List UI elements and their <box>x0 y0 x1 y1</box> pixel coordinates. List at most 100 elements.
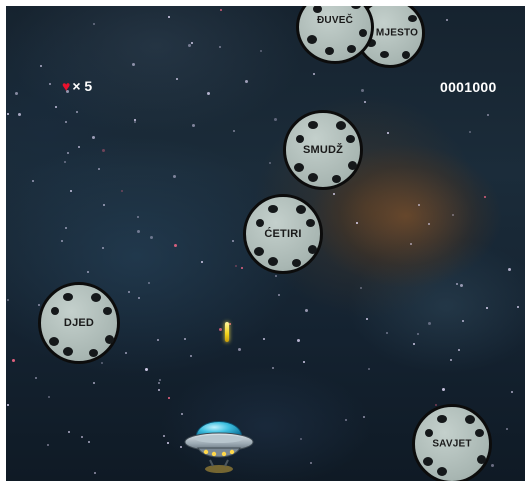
star <box>201 261 203 263</box>
star <box>238 348 241 351</box>
star <box>15 92 18 95</box>
star <box>300 438 302 440</box>
star <box>458 349 460 351</box>
lives-counter: ♥ × 5 <box>62 78 92 94</box>
star <box>275 275 277 277</box>
asteroid-word: SMUDŽ <box>302 144 344 156</box>
star <box>94 472 96 474</box>
star <box>188 44 191 47</box>
star <box>491 464 494 467</box>
star <box>150 236 153 239</box>
star <box>278 294 280 296</box>
star <box>93 382 95 384</box>
star <box>511 391 513 393</box>
star <box>76 111 78 113</box>
star <box>68 431 70 433</box>
asteroid-word: MJESTO <box>375 27 419 39</box>
star <box>184 338 186 340</box>
star <box>456 283 458 285</box>
star <box>191 42 193 44</box>
star <box>450 359 452 361</box>
star <box>98 168 100 170</box>
laser-bullet <box>225 322 229 342</box>
star <box>229 323 231 325</box>
star <box>87 271 89 273</box>
star <box>158 382 160 384</box>
asteroid-word: ĐUVEČ <box>316 15 353 26</box>
star <box>93 23 95 25</box>
star <box>417 333 419 335</box>
star <box>220 9 222 11</box>
star <box>446 19 448 21</box>
star <box>32 180 34 182</box>
star <box>368 368 370 370</box>
star <box>70 190 72 192</box>
star <box>38 304 40 306</box>
star <box>274 118 277 121</box>
star <box>158 389 160 391</box>
star <box>364 101 366 103</box>
star <box>102 247 104 249</box>
star <box>360 287 362 289</box>
star <box>134 121 136 123</box>
star <box>168 16 170 18</box>
star <box>47 444 49 446</box>
star <box>190 355 192 357</box>
score-display: 0001000 <box>440 79 497 95</box>
star <box>428 322 431 325</box>
star <box>78 146 80 148</box>
star <box>219 328 222 331</box>
star <box>67 152 69 154</box>
asteroid-savjet[interactable]: SAVJET <box>412 404 492 481</box>
ufo-icon[interactable] <box>182 408 256 476</box>
star <box>125 352 127 354</box>
star <box>7 299 9 301</box>
star <box>167 442 169 444</box>
star <box>418 204 420 206</box>
star <box>174 244 177 247</box>
star <box>148 282 150 284</box>
star <box>305 309 308 312</box>
star <box>508 268 511 271</box>
star <box>462 320 464 322</box>
star <box>163 435 165 437</box>
star <box>159 379 161 381</box>
star <box>207 92 210 95</box>
star <box>65 121 67 123</box>
star <box>101 362 103 364</box>
star <box>173 175 176 178</box>
star <box>137 230 140 233</box>
star <box>410 243 412 245</box>
star <box>428 223 430 225</box>
star <box>297 339 300 342</box>
star <box>7 404 9 406</box>
star <box>12 359 15 362</box>
asteroid-word: DJED <box>63 317 95 329</box>
star <box>345 419 347 421</box>
star <box>55 106 57 108</box>
star <box>241 267 243 269</box>
asteroid-word: SAVJET <box>432 438 472 450</box>
star <box>145 368 148 371</box>
asteroid-djed[interactable]: DJED <box>38 282 120 364</box>
star <box>219 46 221 48</box>
star <box>310 462 312 464</box>
star <box>361 89 364 92</box>
asteroid-smudz[interactable]: SMUDŽ <box>283 110 363 190</box>
star <box>18 113 21 116</box>
star <box>128 291 130 293</box>
star <box>92 136 95 139</box>
star <box>121 190 123 192</box>
star <box>35 377 37 379</box>
star <box>48 396 50 398</box>
star <box>235 265 237 267</box>
star <box>303 361 305 363</box>
asteroid-word: ĆETIRI <box>264 228 302 240</box>
star <box>366 318 368 320</box>
star <box>356 222 358 224</box>
star <box>313 73 315 75</box>
asteroid-cetiri[interactable]: ĆETIRI <box>243 194 323 274</box>
star <box>81 436 83 438</box>
game-canvas[interactable]: ♥ × 5 0001000 MJESTO ĐUVEČ SMUDŽ ĆETIRI … <box>6 6 525 481</box>
star <box>363 416 365 418</box>
